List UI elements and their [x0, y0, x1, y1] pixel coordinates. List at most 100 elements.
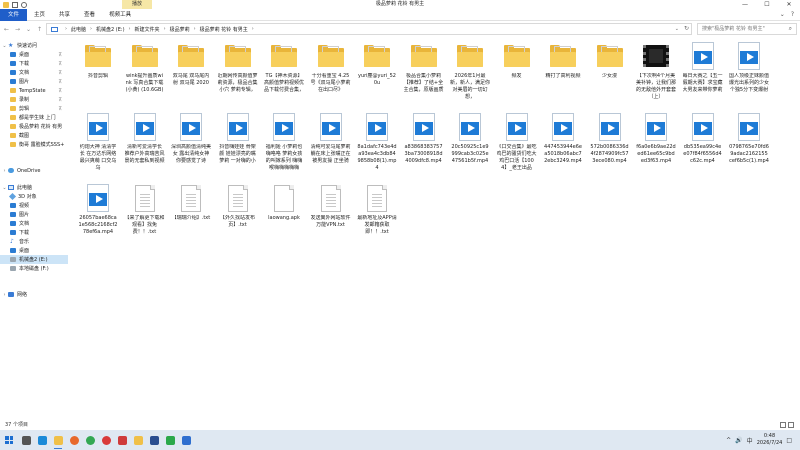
breadcrumb-current[interactable]: 极品萝莉 花铃 有男主 [200, 26, 248, 33]
search-icon[interactable]: ⌕ [789, 24, 792, 34]
minimize-button[interactable]: — [734, 0, 756, 9]
nav-item[interactable]: 图片 [0, 210, 68, 219]
tab-video-tools[interactable]: 视频工具 [102, 9, 138, 21]
file-item[interactable]: 国人顶级正妹颜值爆光出系列的少女个独5分下变爆射 [729, 41, 769, 94]
undo-icon[interactable] [21, 1, 27, 8]
pin-icon[interactable]: ⊼ [58, 79, 62, 85]
folder-item[interactable]: wink提升画质wink 写真合集下载(小黄) (10.6GB) [125, 41, 165, 94]
pin-icon[interactable]: ⊼ [58, 61, 62, 67]
chevron-down-icon[interactable]: ⌄ [780, 11, 785, 18]
properties-icon[interactable] [12, 1, 18, 8]
nav-item[interactable]: 极品萝莉 花铃 有男 [0, 122, 68, 131]
pin-icon[interactable]: ⊼ [58, 52, 62, 58]
nav-item[interactable]: ♪ 音乐 [0, 237, 68, 246]
chevron-down-icon[interactable]: ⌄ [2, 43, 7, 49]
address-dropdown-icon[interactable]: ⌄ [675, 24, 679, 34]
breadcrumb-this-pc[interactable]: 此电脑 [71, 26, 86, 33]
nav-item[interactable]: 文档 ⊼ [0, 68, 68, 77]
nav-item[interactable]: 本地磁盘 (F:) [0, 264, 68, 273]
search-input[interactable]: 搜索"极品萝莉 花铃 有男主" ⌕ [697, 23, 797, 35]
pin-icon[interactable]: ⊼ [58, 97, 62, 103]
nav-item[interactable]: 图片 ⊼ [0, 77, 68, 86]
file-item[interactable]: db535ea99c4ee07f84f6556d4c62c.mp4 [683, 112, 723, 165]
start-button[interactable] [0, 430, 18, 450]
file-item[interactable]: 572b0086336d4f2874909fc573ece080.mp4 [590, 112, 630, 165]
taskbar-app[interactable] [98, 430, 114, 450]
taskbar-app[interactable] [82, 430, 98, 450]
nav-item[interactable]: 都是学生妹 上门 [0, 113, 68, 122]
file-item[interactable]: 《口交合集》最吃鸡巴的骚货们吃大鸡巴口活【1004】_老王出品 [497, 112, 537, 172]
nav-item[interactable]: 桌面 ⊼ [0, 50, 68, 59]
breadcrumb-drive-e[interactable]: 机械盘2 (E:) [96, 26, 125, 33]
nav-item[interactable]: 桌面 [0, 246, 68, 255]
nav-item[interactable]: 衡哥 露脸模式SSS+ [0, 140, 68, 149]
nav-item[interactable]: › 网络 [0, 290, 68, 299]
details-view-icon[interactable] [780, 422, 786, 428]
file-item[interactable]: 【外久找站发布页】.txt [218, 183, 258, 229]
tab-home[interactable]: 主页 [27, 9, 52, 21]
nav-item[interactable]: 文档 [0, 219, 68, 228]
file-item[interactable]: 最新地址及APP请发邮箱获取即！！.txt [357, 183, 397, 236]
large-icons-view-icon[interactable] [788, 422, 794, 428]
notification-icon[interactable]: □ [786, 437, 792, 444]
nav-item[interactable]: 下载 ⊼ [0, 59, 68, 68]
file-item[interactable]: laowang.apk [264, 183, 304, 222]
file-item[interactable]: 约炮大神 清清学长 在万达乐网络最兴爽萌 口交乌乌 [78, 112, 118, 172]
taskbar-app[interactable] [130, 430, 146, 450]
nav-item[interactable]: 机械盘2 (E:) [0, 255, 68, 264]
nav-item[interactable]: 3D 对象 [0, 192, 68, 201]
pin-icon[interactable]: ⊼ [58, 88, 62, 94]
nav-item[interactable]: 截图 [0, 131, 68, 140]
folder-item[interactable]: 2026年1月最新，新人，满足你对美眉的一切幻想， [450, 41, 490, 101]
forward-arrow-icon[interactable]: → [13, 25, 22, 34]
speaker-icon[interactable]: 🔊 [735, 437, 742, 444]
chevron-right-icon[interactable]: › [2, 292, 7, 298]
file-item[interactable]: 20c50925c1e9999cab3c025e47561b5f.mp4 [450, 112, 490, 165]
tab-file[interactable]: 文件 [0, 8, 28, 21]
taskbar-app[interactable] [178, 430, 194, 450]
nav-item[interactable]: 剪辑 ⊼ [0, 104, 68, 113]
tab-share[interactable]: 共享 [52, 9, 77, 21]
folder-item[interactable]: 抖音剪辑 [78, 41, 118, 80]
refresh-icon[interactable]: ↻ [684, 24, 689, 34]
nav-item[interactable]: TempState ⊼ [0, 86, 68, 95]
tray-expand-icon[interactable]: ^ [726, 437, 731, 444]
folder-icon[interactable] [3, 1, 9, 8]
folder-item[interactable]: 频发 [497, 41, 537, 80]
nav-item[interactable]: 录制 ⊼ [0, 95, 68, 104]
pin-icon[interactable]: ⊼ [58, 106, 62, 112]
folder-item[interactable]: TG【神木资源】高颜值萝莉视频优品下载付费合集， [264, 41, 304, 94]
recent-chevron-icon[interactable]: ⌄ [24, 25, 33, 34]
up-arrow-icon[interactable]: ↑ [35, 25, 44, 34]
chevron-down-icon[interactable]: ⌄ [2, 185, 7, 191]
file-item[interactable]: 【来了解更下载和观看】找免费！！.txt [125, 183, 165, 236]
folder-item[interactable]: yuri塵@yuri_520u [357, 41, 397, 87]
file-item[interactable]: 8a1dafc743e4da93ea4c3db849858b08(1).mp4 [357, 112, 397, 172]
address-bar[interactable]: › 此电脑 › 机械盘2 (E:) › 新建文件夹 › 极品萝莉 › 极品萝莉 … [46, 23, 692, 35]
file-item[interactable]: 447453944e6ea5018b06abc72ebc3249.mp4 [543, 112, 583, 165]
nav-item[interactable]: 下载 [0, 228, 68, 237]
help-icon[interactable]: ? [791, 11, 794, 18]
file-item[interactable]: 【下次啊4个月美美补钟，让我们那的无敌他外开套套（上） [636, 41, 676, 101]
pin-icon[interactable]: ⊼ [58, 70, 62, 76]
nav-item[interactable]: 视频 [0, 201, 68, 210]
breadcrumb-folder-2[interactable]: 极品萝莉 [170, 26, 190, 33]
nav-item[interactable]: ⌄ ★ 快速访问 [0, 41, 68, 50]
taskbar-app[interactable] [34, 430, 50, 450]
file-item[interactable]: 清新可爱清学长 推荐户外高瑞苦风景的无套私到视频 [125, 112, 165, 165]
file-item[interactable]: 深圳高颜值清纯美女 露出清纯女神 你要感觉了诗 [171, 112, 211, 165]
breadcrumb-new-folder[interactable]: 新建文件夹 [135, 26, 160, 33]
file-item[interactable]: 发送翼外网站软件万能VPN.txt [311, 183, 351, 229]
clock[interactable]: 0:48 2026/7/24 [757, 433, 783, 447]
file-item[interactable]: a838683837573ba73008918d4009dfc8.mp4 [404, 112, 444, 165]
file-item[interactable]: 清纯可爱马尾萝莉躺在床上张嘴正在被男友操 正坐骑 [311, 112, 351, 165]
folder-item[interactable]: 十分看重宝 4.25号《双马尾小萝莉在出口尽》 [311, 41, 351, 94]
taskbar-app[interactable] [18, 430, 34, 450]
file-item[interactable]: 每日大赛之【五一假期大赛】求宝藏大男友来带你萝莉 [683, 41, 723, 94]
close-button[interactable]: ✕ [778, 0, 800, 9]
taskbar-app[interactable] [50, 430, 66, 450]
maximize-button[interactable]: ☐ [756, 0, 778, 9]
file-item[interactable]: 【瑞瑞介绍】.txt [171, 183, 211, 222]
nav-item[interactable]: ⌄ 此电脑 [0, 183, 68, 192]
file-item[interactable]: f6a0e6b9ae22ded61ee65c9bded3f63.mp4 [636, 112, 676, 165]
